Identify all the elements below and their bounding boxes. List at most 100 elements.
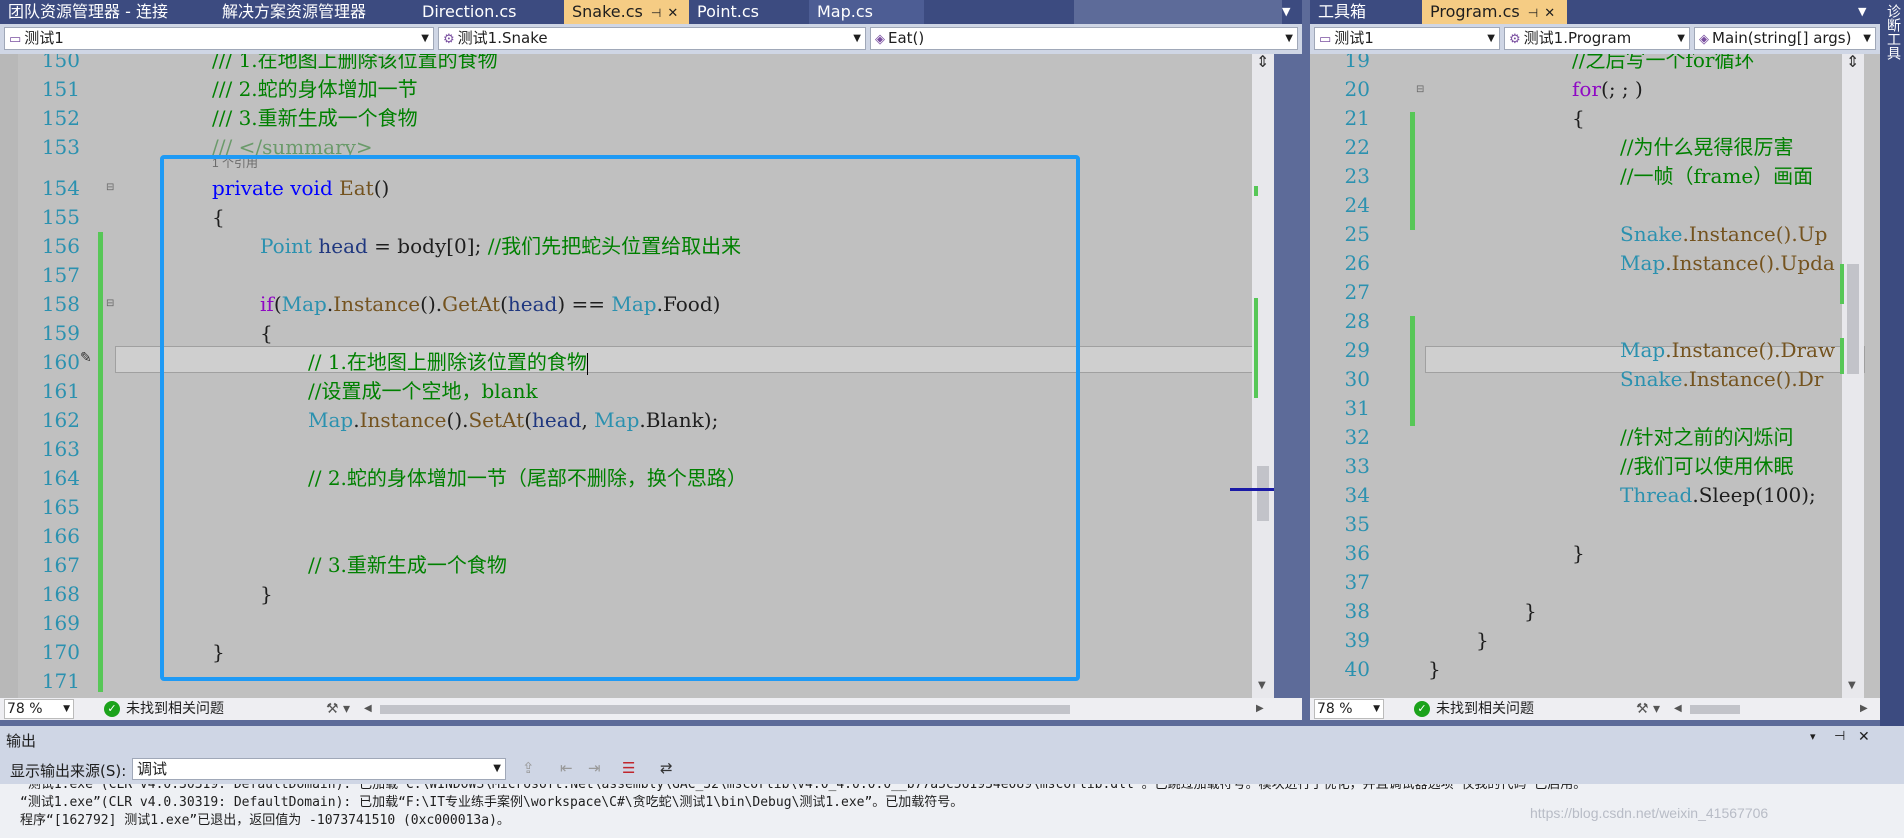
line-number: 31 — [1344, 396, 1370, 420]
side-diagnostic-tools[interactable]: 诊断工具 — [1880, 0, 1904, 726]
scrollbar-thumb[interactable] — [1847, 264, 1859, 374]
tab-direction-cs[interactable]: Direction.cs — [414, 0, 564, 24]
tab-solution-explorer[interactable]: 解决方案资源管理器 — [214, 0, 414, 24]
line-number: 166 — [41, 524, 80, 548]
tab-map-cs[interactable]: Map.cs — [809, 0, 924, 24]
issues-status-text[interactable]: 未找到相关问题 — [126, 698, 224, 720]
line-number: 20 — [1344, 77, 1370, 101]
line-number: 19 — [1344, 54, 1370, 72]
zoom-dropdown[interactable]: 78 % ▼ — [1314, 699, 1384, 719]
code-line-26: Map.Instance().Upda — [1620, 249, 1835, 278]
line-number: 22 — [1344, 135, 1370, 159]
chevron-down-icon: ▼ — [1677, 33, 1685, 44]
split-icon[interactable]: ⇕ — [1256, 54, 1269, 71]
scroll-right-arrow[interactable]: ▶ — [1860, 698, 1868, 720]
find-message-icon[interactable]: ⇪ — [522, 759, 535, 777]
member-dropdown[interactable]: ◈ Eat() ▼ — [870, 27, 1298, 50]
project-dropdown[interactable]: ▭ 测试1 ▼ — [4, 27, 434, 50]
highlight-annotation-box — [160, 155, 1080, 681]
line-number: 168 — [41, 582, 80, 606]
brush-icon[interactable]: ⚒ ▾ — [1636, 698, 1660, 720]
tab-point-cs[interactable]: Point.cs — [689, 0, 809, 24]
scroll-left-arrow[interactable]: ◀ — [364, 698, 372, 720]
line-number: 162 — [41, 408, 80, 432]
line-number: 34 — [1344, 483, 1370, 507]
word-wrap-icon[interactable]: ⇄ — [660, 759, 673, 777]
scroll-left-arrow[interactable]: ◀ — [1674, 698, 1682, 720]
method-icon: ◈ — [1699, 32, 1709, 47]
chevron-down-icon: ▼ — [853, 33, 861, 44]
code-line-30: Snake.Instance().Dr — [1620, 365, 1823, 394]
left-margin-strip — [0, 54, 18, 698]
scroll-marker — [1840, 264, 1844, 304]
panel-menu-icon[interactable]: ▾ — [1810, 730, 1816, 743]
member-dropdown[interactable]: ◈ Main(string[] args) ▼ — [1694, 27, 1876, 50]
zoom-value: 78 % — [1317, 701, 1353, 717]
vertical-scrollbar[interactable]: ⇕ ▼ — [1840, 54, 1864, 698]
scrollbar-thumb[interactable] — [1690, 705, 1740, 714]
zoom-value: 78 % — [7, 701, 43, 717]
previous-message-icon[interactable]: ⇤ — [560, 759, 573, 777]
code-line-19: //之后写一个for循环 — [1572, 54, 1755, 72]
pin-icon[interactable]: ⊣ — [651, 6, 661, 20]
left-code-editor[interactable]: 150 151 152 153 154 155 156 157 158 159 … — [0, 54, 1274, 698]
close-icon[interactable]: ✕ — [1544, 6, 1555, 21]
brush-icon[interactable]: ⚒ ▾ — [326, 698, 350, 720]
line-number: 156 — [41, 234, 80, 258]
pin-icon[interactable]: ⊣ — [1528, 6, 1538, 20]
class-dropdown-value: 测试1.Program — [1523, 29, 1632, 47]
line-number: 160 — [41, 350, 80, 374]
line-number: 28 — [1344, 309, 1370, 333]
scroll-down-arrow[interactable]: ▼ — [1848, 680, 1856, 691]
clear-all-icon[interactable]: ☰ — [622, 759, 635, 777]
line-number: 35 — [1344, 512, 1370, 536]
class-dropdown[interactable]: ⚙ 测试1.Program ▼ — [1504, 27, 1690, 50]
zoom-dropdown[interactable]: 78 % ▼ — [4, 699, 74, 719]
line-number: 169 — [41, 611, 80, 635]
line-number: 155 — [41, 205, 80, 229]
issues-status-text[interactable]: 未找到相关问题 — [1436, 698, 1534, 720]
left-tab-strip: 团队资源管理器 - 连接 解决方案资源管理器 Direction.cs Snak… — [0, 0, 1292, 24]
pin-icon[interactable]: ⊣ — [1834, 729, 1845, 744]
output-source-dropdown[interactable]: 调试 ▼ — [132, 758, 506, 780]
line-number: 152 — [41, 106, 80, 130]
tab-team-explorer[interactable]: 团队资源管理器 - 连接 — [0, 0, 214, 24]
line-number: 40 — [1344, 657, 1370, 681]
vertical-scrollbar[interactable]: ⇕ ▼ — [1230, 54, 1274, 698]
collapse-icon[interactable]: ⊟ — [106, 298, 114, 309]
left-tab-overflow[interactable]: ▼ — [1282, 0, 1302, 24]
right-code-editor[interactable]: 19 20 21 22 23 24 25 26 27 28 29 30 31 3… — [1310, 54, 1880, 698]
line-number: 36 — [1344, 541, 1370, 565]
line-number: 33 — [1344, 454, 1370, 478]
class-dropdown[interactable]: ⚙ 测试1.Snake ▼ — [438, 27, 866, 50]
close-icon[interactable]: ✕ — [667, 6, 678, 21]
code-line-23: //一帧（frame）画面 — [1620, 164, 1814, 188]
tab-program-cs[interactable]: Program.cs ⊣ ✕ — [1422, 0, 1567, 24]
output-panel-title: 输出 — [6, 732, 37, 750]
type-name: Map — [1620, 251, 1666, 275]
line-number: 39 — [1344, 628, 1370, 652]
code-text: .Sleep(100); — [1692, 483, 1816, 507]
next-message-icon[interactable]: ⇥ — [588, 759, 601, 777]
scroll-marker — [1840, 338, 1844, 374]
left-editor-status-bar: 78 % ▼ ✓ 未找到相关问题 ⚒ ▾ ◀ ▶ — [0, 698, 1302, 720]
close-icon[interactable]: ✕ — [1858, 729, 1870, 745]
project-dropdown[interactable]: ▭ 测试1 ▼ — [1314, 27, 1500, 50]
tab-toolbox[interactable]: 工具箱 — [1310, 0, 1422, 24]
scroll-right-arrow[interactable]: ▶ — [1256, 698, 1264, 720]
scroll-down-arrow[interactable]: ▼ — [1258, 680, 1266, 691]
code-line-34: Thread.Sleep(100); — [1620, 481, 1816, 510]
collapse-icon[interactable]: ⊟ — [1416, 84, 1424, 95]
right-tab-overflow-icon[interactable]: ▼ — [1858, 0, 1866, 24]
scrollbar-thumb[interactable] — [380, 705, 1070, 714]
output-text-area[interactable]: “测试1.exe”(CLR v4.0.30319: DefaultDomain)… — [0, 784, 1904, 838]
code-text: .Instance().Upda — [1665, 251, 1835, 275]
code-text: (; ; ) — [1601, 77, 1643, 101]
scrollbar-thumb[interactable] — [1257, 466, 1269, 521]
split-icon[interactable]: ⇕ — [1846, 54, 1859, 71]
code-line-29: Map.Instance().Draw — [1620, 336, 1835, 365]
tab-snake-cs[interactable]: Snake.cs ⊣ ✕ — [564, 0, 689, 24]
collapse-icon[interactable]: ⊟ — [106, 182, 114, 193]
horizontal-scrollbar[interactable]: ◀ ▶ — [1674, 701, 1870, 717]
horizontal-scrollbar[interactable]: ◀ ▶ — [364, 701, 1264, 717]
